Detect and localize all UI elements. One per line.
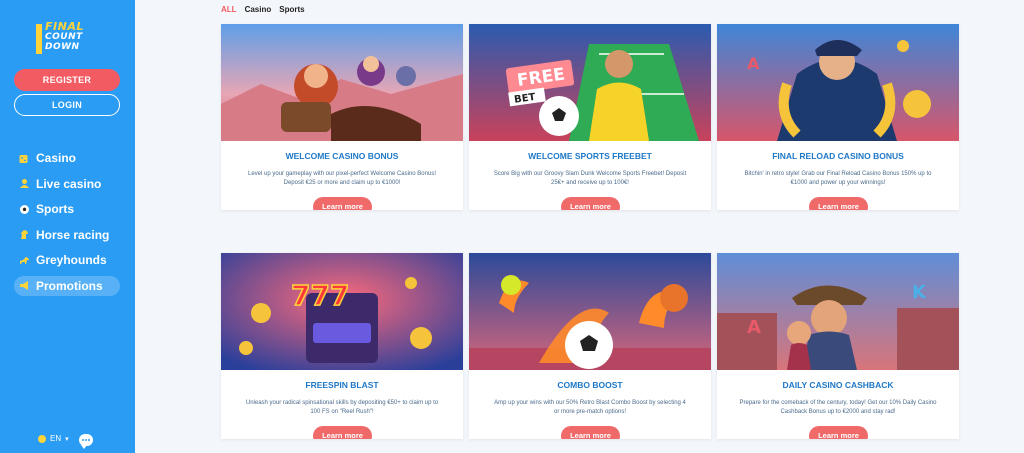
nav-label: Live casino	[36, 176, 102, 191]
nav-item-casino[interactable]: Casino	[14, 148, 120, 168]
learn-more-button[interactable]: Learn more	[561, 426, 620, 439]
letter-k: K	[912, 282, 927, 303]
dice-icon	[18, 152, 30, 164]
nav-item-sports[interactable]: Sports	[14, 199, 120, 219]
promo-image[interactable]: 777	[221, 253, 463, 370]
promo-description: Bitchin' in retro style! Grab our Final …	[744, 171, 932, 186]
promo-description: Unleash your radical spinsational skills…	[245, 400, 439, 415]
nav-label: Horse racing	[36, 227, 110, 242]
nav-label: Greyhounds	[36, 253, 107, 267]
language-selector[interactable]: EN ▾	[38, 434, 69, 443]
chat-dot	[85, 439, 87, 441]
promo-card-final-reload: A FINAL RELOAD CASINO BONUS Bitchin' in …	[717, 24, 959, 210]
promo-image[interactable]: A	[717, 24, 959, 141]
promo-title: WELCOME CASINO BONUS	[285, 151, 399, 161]
logo-line-3: DOWN	[45, 42, 80, 52]
dealer-icon	[18, 178, 30, 190]
chat-dot	[88, 439, 90, 441]
promo-description: Score Big with our Groovy Slam Dunk Welc…	[493, 171, 687, 186]
logo-line-2: COUNT	[45, 32, 83, 42]
promo-image[interactable]: A K	[717, 253, 959, 370]
promo-title: FREESPIN BLAST	[305, 380, 379, 390]
logo-bar	[36, 24, 42, 54]
nav-item-promotions[interactable]: Promotions	[14, 275, 120, 296]
chevron-down-icon: ▾	[65, 435, 69, 443]
language-label: EN	[50, 434, 62, 443]
nav-item-greyhounds[interactable]: Greyhounds	[14, 250, 120, 270]
promo-filter-tabs: ALL Casino Sports	[221, 5, 305, 14]
promo-title: FINAL RELOAD CASINO BONUS	[772, 151, 904, 161]
promo-card-freespin-blast: 777 FREESPIN BLAST Unleash your radical …	[221, 253, 463, 439]
learn-more-button[interactable]: Learn more	[809, 197, 868, 210]
nav-label: Promotions	[36, 278, 103, 293]
learn-more-button[interactable]: Learn more	[313, 426, 372, 439]
promo-image[interactable]: FREE BET	[469, 24, 711, 141]
logo-line-1: FINAL	[45, 20, 84, 33]
promo-image[interactable]	[469, 253, 711, 370]
nav-item-horse-racing[interactable]: Horse racing	[14, 225, 120, 245]
promo-title: COMBO BOOST	[557, 380, 623, 390]
promo-description: Level up your gameplay with our pixel-pe…	[248, 171, 436, 186]
sevens-text: 777	[291, 279, 349, 312]
dog-icon	[18, 254, 30, 266]
promo-card-daily-cashback: A K DAILY CASINO CASHBACK Prepare for th…	[717, 253, 959, 439]
nav-item-live-casino[interactable]: Live casino	[14, 174, 120, 194]
learn-more-button[interactable]: Learn more	[809, 426, 868, 439]
nav-label: Sports	[36, 202, 75, 216]
soccer-ball-icon	[18, 203, 30, 215]
nav-label: Casino	[36, 151, 77, 165]
chat-icon[interactable]	[79, 434, 93, 449]
promo-description: Amp up your wins with our 50% Retro Blas…	[494, 400, 686, 415]
promo-title: DAILY CASINO CASHBACK	[782, 380, 894, 390]
promo-card-combo-boost: COMBO BOOST Amp up your wins with our 50…	[469, 253, 711, 439]
sidebar: FINAL COUNT DOWN REGISTER LOGIN Casino L…	[0, 0, 135, 453]
promo-description: Prepare for the comeback of the century,…	[739, 400, 937, 415]
login-button[interactable]: LOGIN	[14, 94, 120, 116]
horse-icon	[18, 229, 30, 241]
globe-icon	[38, 434, 46, 443]
promo-title: WELCOME SPORTS FREEBET	[528, 151, 652, 161]
brand-logo[interactable]: FINAL COUNT DOWN	[36, 20, 100, 58]
promo-card-welcome-sports: FREE BET WELCOME SPORTS FREEBET Score Bi…	[469, 24, 711, 210]
main-nav: Casino Live casino Sports Horse racing G…	[14, 148, 120, 301]
letter-a: A	[747, 54, 760, 73]
learn-more-button[interactable]: Learn more	[313, 197, 372, 210]
logo-text: FINAL COUNT DOWN	[45, 20, 84, 52]
tab-sports[interactable]: Sports	[279, 5, 304, 14]
tab-casino[interactable]: Casino	[245, 5, 272, 14]
register-button[interactable]: REGISTER	[14, 69, 120, 91]
promo-card-welcome-casino: WELCOME CASINO BONUS Level up your gamep…	[221, 24, 463, 210]
megaphone-icon	[18, 280, 30, 292]
tab-all[interactable]: ALL	[221, 5, 237, 14]
learn-more-button[interactable]: Learn more	[561, 197, 620, 210]
chat-dot	[82, 439, 84, 441]
promo-image[interactable]	[221, 24, 463, 141]
letter-a: A	[747, 317, 761, 338]
